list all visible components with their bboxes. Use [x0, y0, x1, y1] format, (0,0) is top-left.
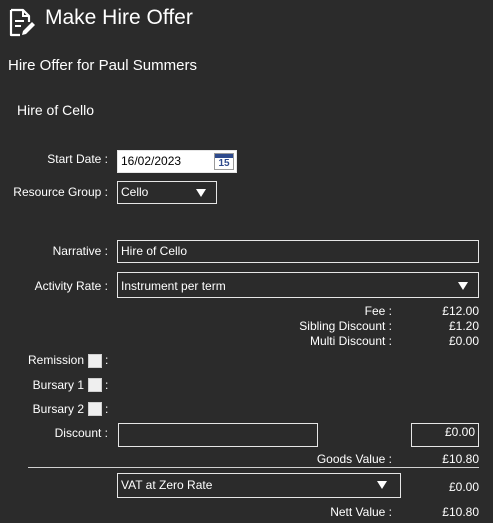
nett-value: £10.80	[442, 505, 479, 519]
discount-amount-value: £0.00	[444, 425, 475, 439]
document-edit-icon	[8, 8, 36, 38]
fee-value: £12.00	[442, 304, 479, 318]
discount-text-input[interactable]	[118, 423, 318, 447]
resource-group-select[interactable]: Cello	[117, 181, 217, 204]
hire-offer-subtitle: Hire Offer for Paul Summers	[8, 57, 197, 74]
activity-rate-select[interactable]: Instrument per term	[117, 272, 479, 298]
bursary1-label: Bursary 1	[32, 378, 84, 392]
calendar-icon[interactable]: 15	[214, 153, 234, 170]
remission-label: Remission	[27, 353, 84, 367]
bursary2-checkbox[interactable]	[88, 402, 102, 416]
activity-rate-value: Instrument per term	[121, 279, 226, 293]
page-title: Make Hire Offer	[45, 6, 193, 29]
narrative-label: Narrative :	[52, 244, 108, 258]
narrative-input[interactable]: Hire of Cello	[117, 240, 479, 263]
start-date-value: 16/02/2023	[121, 154, 182, 168]
goods-value-label: Goods Value :	[316, 452, 392, 466]
activity-rate-label: Activity Rate :	[34, 279, 108, 293]
multi-discount-label: Multi Discount :	[309, 334, 392, 348]
discount-amount-input[interactable]: £0.00	[411, 423, 479, 447]
sibling-discount-value: £1.20	[448, 319, 479, 333]
divider	[28, 467, 479, 468]
start-date-field[interactable]: 16/02/2023 15	[117, 150, 237, 173]
goods-value: £10.80	[442, 452, 479, 466]
chevron-down-icon	[196, 189, 206, 197]
section-title: Hire of Cello	[17, 102, 95, 118]
resource-group-value: Cello	[121, 185, 149, 199]
remission-checkbox[interactable]	[88, 354, 102, 368]
vat-select-value: VAT at Zero Rate	[121, 478, 213, 492]
bursary1-checkbox[interactable]	[88, 378, 102, 392]
discount-label: Discount :	[54, 426, 108, 440]
fee-label: Fee :	[364, 304, 392, 318]
sibling-discount-label: Sibling Discount :	[299, 319, 392, 333]
nett-value-label: Nett Value :	[330, 505, 392, 519]
chevron-down-icon	[377, 481, 387, 489]
start-date-label: Start Date :	[47, 152, 108, 166]
resource-group-label: Resource Group :	[13, 185, 108, 199]
bursary1-colon: :	[105, 378, 109, 392]
bursary2-label: Bursary 2	[32, 402, 84, 416]
remission-colon: :	[105, 353, 109, 367]
vat-amount: £0.00	[448, 480, 479, 494]
vat-select[interactable]: VAT at Zero Rate	[117, 473, 401, 498]
chevron-down-icon	[458, 282, 468, 290]
narrative-value: Hire of Cello	[121, 244, 188, 258]
bursary2-colon: :	[105, 402, 109, 416]
multi-discount-value: £0.00	[448, 334, 479, 348]
